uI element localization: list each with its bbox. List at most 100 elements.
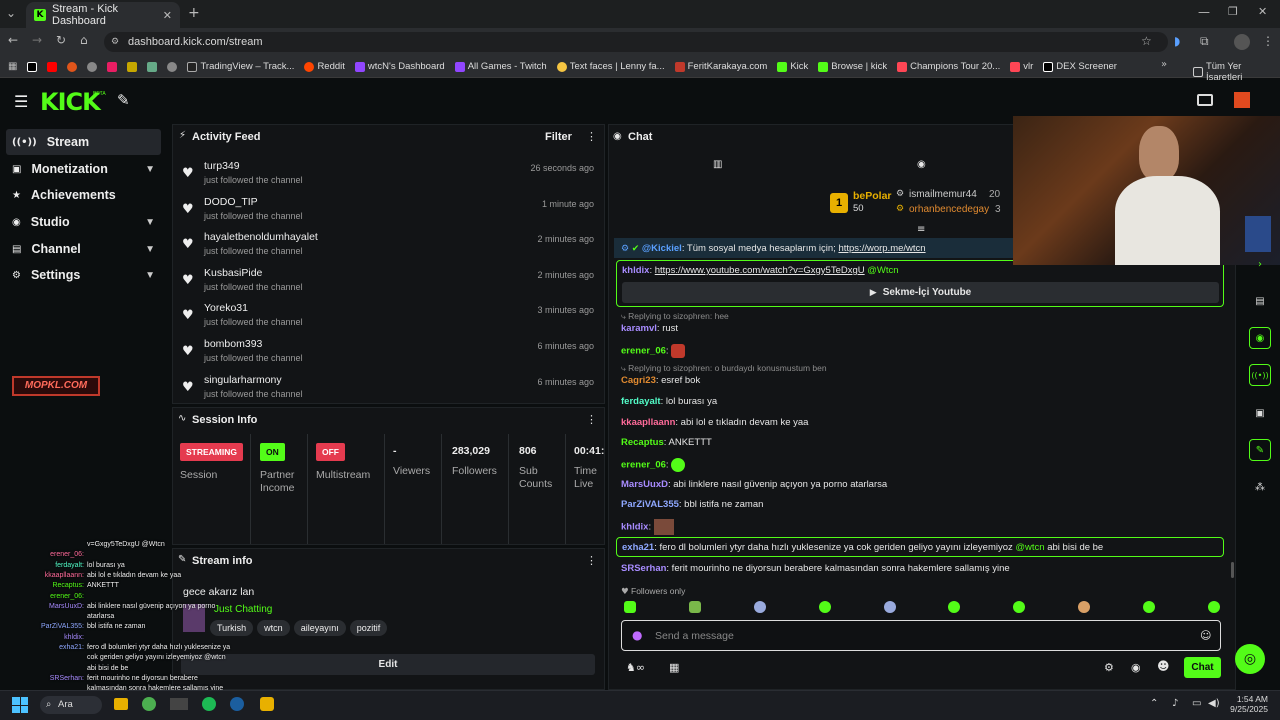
- bookmark-tradingview[interactable]: TradingView – Track...: [187, 61, 294, 72]
- bookmark-icon[interactable]: [127, 61, 138, 72]
- file-explorer-icon[interactable]: [114, 698, 128, 710]
- wrench-icon[interactable]: ✎: [1249, 439, 1271, 461]
- bookmark-icon[interactable]: [147, 61, 158, 72]
- sidebar-item-studio[interactable]: ◉ Studio ▼: [6, 209, 161, 235]
- settings-gear-icon[interactable]: ⚙: [1104, 661, 1114, 674]
- tag-chip[interactable]: aileyayını: [293, 620, 346, 636]
- bookmark-twitch[interactable]: All Games - Twitch: [454, 61, 547, 72]
- emote-icon[interactable]: [688, 601, 701, 613]
- more-options-icon[interactable]: ⋮: [586, 554, 597, 567]
- sidebar-item-settings[interactable]: ⚙ Settings ▼: [6, 262, 161, 288]
- broadcast-icon[interactable]: ((•)): [1249, 364, 1271, 386]
- chat-bubble-icon[interactable]: ◉: [1131, 661, 1141, 674]
- bookmark-icon[interactable]: [67, 61, 78, 72]
- app-icon[interactable]: [170, 698, 188, 710]
- sidebar-item-channel[interactable]: ▤ Channel ▼: [6, 236, 161, 262]
- profile-avatar[interactable]: [1234, 34, 1250, 50]
- printer-icon[interactable]: ▣: [1249, 402, 1271, 424]
- monitor-icon[interactable]: ▭: [1192, 698, 1201, 709]
- collapse-icon[interactable]: ≡: [917, 224, 925, 235]
- close-window-icon[interactable]: ✕: [1258, 5, 1267, 18]
- bookmark-feritkarakaya[interactable]: FeritKarakaya.com: [674, 61, 767, 72]
- bookmark-champions-tour[interactable]: Champions Tour 20...: [897, 61, 1000, 72]
- bookmark-dex-screener[interactable]: DEX Screener: [1043, 61, 1117, 72]
- volume-icon[interactable]: ◀): [1208, 698, 1220, 709]
- tab-list-icon[interactable]: ⌄: [6, 6, 16, 20]
- bookmark-vlr[interactable]: vlr: [1010, 61, 1033, 72]
- store-icon[interactable]: ▦: [669, 661, 679, 674]
- chat-scrollbar[interactable]: [1231, 562, 1234, 578]
- sidebar-item-achievements[interactable]: ★ Achievements: [6, 182, 161, 208]
- more-options-icon[interactable]: ⋮: [586, 413, 597, 426]
- url-input[interactable]: ⚙ dashboard.kick.com/stream: [104, 32, 1168, 52]
- emote-icon[interactable]: [1078, 601, 1091, 613]
- more-bookmarks-icon[interactable]: »: [1161, 59, 1167, 70]
- bookmark-browse-kick[interactable]: Browse | kick: [818, 61, 887, 72]
- trash-icon[interactable]: ▥: [713, 159, 722, 170]
- kick-logo[interactable]: KICK: [40, 88, 101, 116]
- bookmark-icon[interactable]: [87, 61, 98, 72]
- filter-button[interactable]: Filter: [545, 131, 572, 143]
- bookmark-reddit[interactable]: Reddit: [304, 61, 345, 72]
- more-options-icon[interactable]: ⋮: [586, 130, 597, 143]
- youtube-embed-button[interactable]: ▶ Sekme-İçi Youtube: [622, 282, 1219, 303]
- bookmark-wtcn-dashboard[interactable]: wtcN's Dashboard: [354, 61, 445, 72]
- emote-icon[interactable]: [883, 601, 896, 613]
- tray-chevron-icon[interactable]: ⌃: [1150, 698, 1158, 709]
- site-info-icon[interactable]: ⚙: [111, 32, 119, 52]
- browser-tab[interactable]: K Stream - Kick Dashboard ✕: [26, 2, 180, 28]
- send-chat-button[interactable]: Chat: [1184, 657, 1221, 678]
- bookmark-icon[interactable]: [107, 61, 118, 72]
- app-icon[interactable]: [260, 697, 274, 711]
- tools-icon[interactable]: ✎: [117, 91, 130, 109]
- channel-avatar[interactable]: [1234, 92, 1250, 108]
- extension-icon[interactable]: ◗: [1174, 34, 1180, 48]
- users-icon[interactable]: ☻: [1157, 659, 1170, 673]
- taskbar-search[interactable]: ⌕ Ara: [40, 696, 102, 714]
- close-tab-icon[interactable]: ✕: [163, 9, 172, 22]
- restore-icon[interactable]: ❐: [1228, 5, 1238, 18]
- screen-icon[interactable]: [1197, 94, 1213, 106]
- support-icon[interactable]: ◎: [1235, 644, 1265, 674]
- sidebar-item-stream[interactable]: ((•)) Stream: [6, 129, 161, 155]
- nodes-icon[interactable]: ⁂: [1249, 476, 1271, 498]
- youtube-icon[interactable]: [47, 61, 58, 72]
- minimize-icon[interactable]: —: [1198, 5, 1210, 19]
- emote-icon[interactable]: [948, 601, 961, 613]
- emote-icon[interactable]: [818, 601, 831, 613]
- forward-icon[interactable]: →: [32, 33, 42, 47]
- message-icon[interactable]: ◉: [917, 159, 926, 170]
- tag-chip[interactable]: wtcn: [257, 620, 290, 636]
- chrome-icon[interactable]: [142, 697, 156, 711]
- emote-icon[interactable]: [1143, 601, 1155, 613]
- leaderboard-name[interactable]: bePolar: [853, 190, 892, 202]
- emote-icon[interactable]: [1207, 601, 1220, 613]
- bookmark-star-icon[interactable]: ☆: [1141, 34, 1152, 48]
- reload-icon[interactable]: ↻: [56, 33, 66, 47]
- tag-chip[interactable]: pozitif: [349, 620, 388, 636]
- document-icon[interactable]: ▤: [1249, 290, 1271, 312]
- home-icon[interactable]: ⌂: [80, 33, 88, 47]
- emote-icon[interactable]: [753, 601, 766, 613]
- sidebar-item-monetization[interactable]: ▣ Monetization ▼: [6, 156, 161, 182]
- hamburger-menu-icon[interactable]: ☰: [14, 92, 28, 111]
- viewers-icon[interactable]: ♞∞: [626, 661, 645, 674]
- apps-grid-icon[interactable]: ▦: [8, 61, 17, 72]
- bookmark-kick[interactable]: Kick: [777, 61, 808, 72]
- clock[interactable]: 1:54 AM 9/25/2025: [1226, 694, 1268, 714]
- emoji-icon[interactable]: ☺: [1200, 629, 1211, 642]
- back-icon[interactable]: ←: [8, 33, 18, 47]
- leaderboard-name[interactable]: orhanbencedegay: [909, 204, 989, 215]
- new-tab-icon[interactable]: +: [188, 5, 200, 21]
- edit-button[interactable]: Edit: [181, 654, 595, 675]
- menu-dots-icon[interactable]: ⋮: [1262, 34, 1274, 48]
- extensions-puzzle-icon[interactable]: ⧉: [1200, 34, 1209, 49]
- leaderboard-name[interactable]: ismailmemur44: [909, 189, 977, 200]
- spotify-icon[interactable]: [202, 697, 216, 711]
- bookmark-lenny[interactable]: Text faces | Lenny fa...: [556, 61, 665, 72]
- steam-icon[interactable]: [230, 697, 244, 711]
- emote-icon[interactable]: [624, 601, 636, 613]
- windows-start-icon[interactable]: [12, 697, 28, 713]
- bookmark-icon[interactable]: [167, 61, 178, 72]
- chat-toggle-icon[interactable]: ◉: [1249, 327, 1271, 349]
